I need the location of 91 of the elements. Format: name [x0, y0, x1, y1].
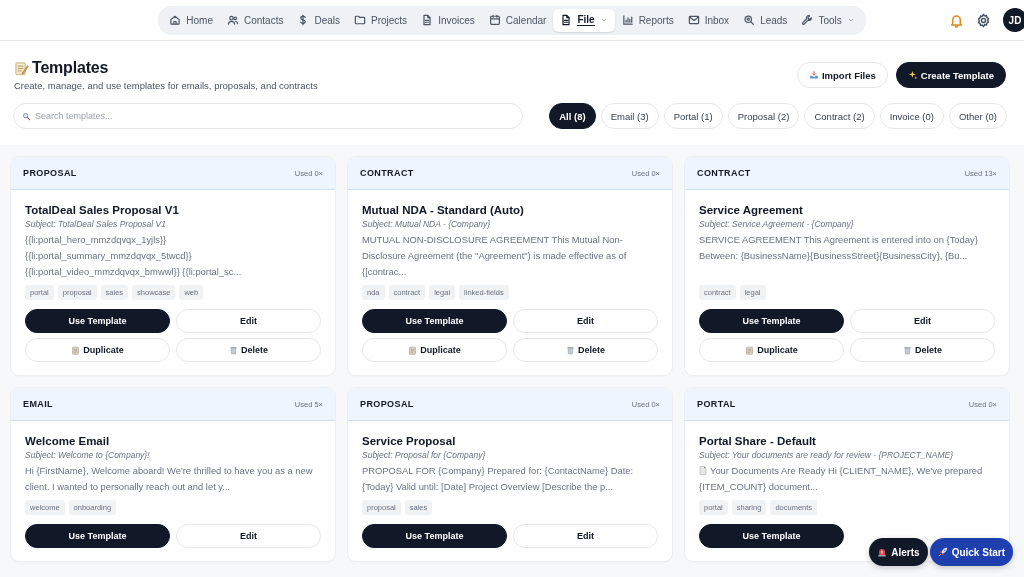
template-preview: MUTUAL NON-DISCLOSURE AGREEMENT This Mutual Non-Disclosure Agreement (the "Agreement") is made effective as of {[contrac... — [362, 233, 628, 279]
use-template-button[interactable]: Use Template — [362, 309, 507, 333]
edit-button[interactable]: Edit — [513, 524, 658, 548]
template-preview: {{li:portal_hero_mmzdqvqx_1yjls}} {{li:portal_summary_mmzdqvqx_5twcd}} {{li:portal_video_mmzdqvqx_bmwwl}} {{li:portal_sc... — [25, 233, 243, 279]
use-template-button[interactable]: Use Template — [362, 524, 507, 548]
page-title: Templates — [32, 59, 109, 77]
category-label: CONTRACT — [360, 168, 414, 178]
bar-chart-icon — [621, 14, 634, 26]
clipboard-icon — [408, 345, 418, 355]
nav-item[interactable]: Invoices — [414, 8, 482, 32]
nav-item[interactable]: Inbox — [680, 8, 737, 32]
use-template-button[interactable]: Use Template — [699, 309, 844, 333]
template-title: TotalDeal Sales Proposal V1 — [25, 204, 180, 216]
search-icon — [22, 112, 31, 121]
duplicate-button[interactable]: Duplicate — [362, 338, 507, 362]
nav-item[interactable]: File — [553, 8, 615, 32]
template-preview: PROPOSAL FOR {Company} Prepared for: {ContactName} Date: {Today} Valid until: [Date] Project Overview [Describe the p... — [362, 464, 635, 494]
avatar[interactable]: JD — [1003, 8, 1024, 32]
template-title: Welcome Email — [25, 435, 111, 447]
filter-chip[interactable]: Email (3) — [600, 103, 659, 129]
edit-button[interactable]: Edit — [176, 524, 321, 548]
nav-item[interactable]: Home — [162, 8, 220, 32]
filter-chip[interactable]: Proposal (2) — [727, 103, 800, 129]
filter-chip[interactable]: Other (0) — [949, 103, 1007, 129]
bell-icon[interactable] — [949, 12, 964, 28]
nav-item[interactable]: Projects — [347, 8, 415, 32]
wrench-icon — [801, 14, 814, 26]
delete-button[interactable]: Delete — [850, 338, 995, 362]
document-icon — [560, 14, 573, 26]
category-label: PROPOSAL — [360, 399, 414, 409]
duplicate-button[interactable]: Duplicate — [25, 338, 170, 362]
category-label: CONTRACT — [697, 168, 751, 178]
filter-chip[interactable]: All (8) — [549, 103, 596, 129]
template-subject: Subject: TotalDeal Sales Proposal V1 — [25, 219, 167, 229]
trash-icon — [903, 345, 912, 355]
delete-button[interactable]: Delete — [513, 338, 658, 362]
template-title: Service Proposal — [362, 435, 457, 447]
edit-button[interactable]: Edit — [513, 309, 658, 333]
nav-item[interactable]: Tools — [794, 8, 862, 32]
search-field[interactable]: Search templates... — [13, 103, 523, 129]
search-icon — [743, 14, 756, 26]
template-subject: Subject: Service Agreement - {Company} — [699, 219, 855, 229]
people-icon — [226, 14, 239, 26]
siren-icon — [877, 547, 888, 557]
rocket-icon — [937, 547, 948, 557]
quick-start-button[interactable]: Quick Start — [929, 538, 1013, 566]
template-title: Service Agreement — [699, 204, 804, 216]
clipboard-icon — [71, 345, 81, 355]
edit-button[interactable]: Edit — [850, 309, 995, 333]
clipboard-icon — [745, 345, 755, 355]
filter-chip[interactable]: Invoice (0) — [879, 103, 944, 129]
page-subtitle: Create, manage, and use templates for emails, proposals, and contracts — [14, 80, 318, 91]
use-template-button[interactable]: Use Template — [25, 524, 170, 548]
import-files-button[interactable]: Import Files — [796, 62, 888, 88]
nav-item[interactable]: Calendar — [481, 8, 554, 32]
calendar-icon — [488, 14, 501, 26]
template-title: Mutual NDA - Standard (Auto) — [362, 204, 525, 216]
filter-chip[interactable]: Portal (1) — [663, 103, 723, 129]
folder-icon — [354, 14, 366, 26]
template-preview: Hi {FirstName}, Welcome aboard! We're thrilled to have you as a new client. I wanted to personally reach out and let y... — [25, 464, 314, 494]
template-subject: Subject: Proposal for {Company} — [362, 450, 487, 460]
nav-item[interactable]: Deals — [290, 8, 347, 32]
home-icon — [169, 14, 182, 26]
document-icon — [421, 14, 434, 26]
template-subject: Subject: Welcome to {Company}! — [25, 450, 151, 460]
nav-item[interactable]: Contacts — [219, 8, 291, 32]
inbox-tray-icon — [808, 70, 819, 80]
template-subject: Subject: Mutual NDA - {Company} — [362, 219, 492, 229]
template-title: Portal Share - Default — [699, 435, 817, 447]
category-label: PORTAL — [697, 399, 736, 409]
template-preview: Your Documents Are Ready Hi {CLIENT_NAME}, We've prepared {ITEM_COUNT} document... — [699, 464, 984, 494]
template-subject: Subject: Your documents are ready for review - {PROJECT_NAME} — [699, 450, 954, 460]
memo-icon — [14, 60, 29, 76]
trash-icon — [566, 345, 575, 355]
category-label: PROPOSAL — [23, 168, 77, 178]
nav-item[interactable]: Reports — [614, 8, 681, 32]
sparkle-icon — [907, 70, 918, 80]
mail-icon — [687, 14, 700, 26]
alerts-button[interactable]: Alerts — [869, 538, 928, 566]
use-template-button[interactable]: Use Template — [699, 524, 844, 548]
nav-item[interactable]: Leads — [736, 8, 795, 32]
category-label: EMAIL — [23, 399, 53, 409]
duplicate-button[interactable]: Duplicate — [699, 338, 844, 362]
template-preview: SERVICE AGREEMENT This Agreement is entered into on {Today} Between: {BusinessName}{BusinessStreet}{BusinessCity}, {Bu... — [699, 233, 979, 263]
use-template-button[interactable]: Use Template — [25, 309, 170, 333]
delete-button[interactable]: Delete — [176, 338, 321, 362]
settings-icon[interactable] — [976, 12, 991, 28]
trash-icon — [229, 345, 238, 355]
create-template-button[interactable]: Create Template — [895, 62, 1006, 88]
filter-chip[interactable]: Contract (2) — [804, 103, 875, 129]
edit-button[interactable]: Edit — [176, 309, 321, 333]
